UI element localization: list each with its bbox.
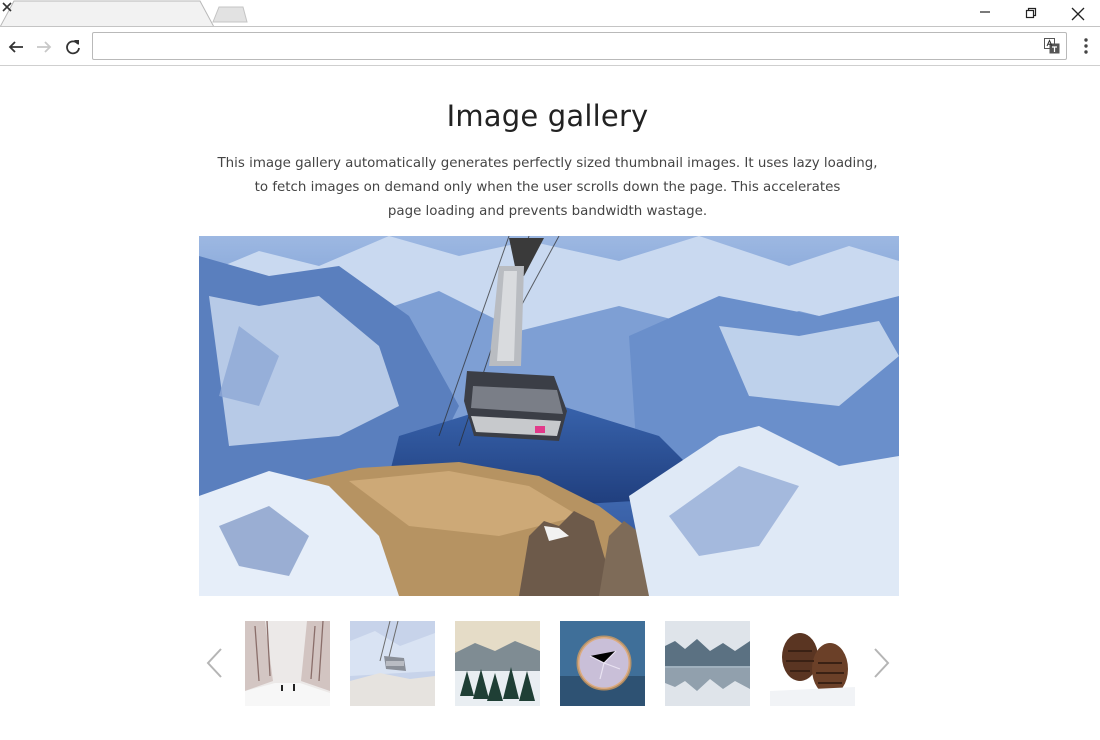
thumbnail[interactable]: [350, 621, 435, 706]
forward-button[interactable]: [32, 35, 56, 59]
reload-button[interactable]: [61, 35, 85, 59]
minimize-icon: [980, 11, 990, 13]
window-close-icon: [1071, 7, 1085, 21]
thumbnail-misty-lake: [665, 621, 750, 706]
chevron-right-icon[interactable]: [870, 647, 892, 679]
thumbnail[interactable]: [665, 621, 750, 706]
thumbnail[interactable]: [455, 621, 540, 706]
tab-close-icon[interactable]: [0, 0, 14, 14]
address-input[interactable]: [101, 37, 1031, 55]
thumbnail-snowy-path: [245, 621, 330, 706]
thumbnail-pine-cones: [770, 621, 855, 706]
thumbnail-cable-car: [350, 621, 435, 706]
restore-button[interactable]: [1008, 0, 1054, 27]
main-gallery-image: [199, 236, 899, 596]
tab-strip: [0, 0, 1100, 27]
browser-toolbar: [0, 27, 1100, 66]
thumbnail-frozen-bubble: [560, 621, 645, 706]
cable-car-photo: [199, 236, 899, 596]
browser-menu-button[interactable]: [1077, 35, 1095, 59]
window-close-button[interactable]: [1054, 0, 1100, 27]
back-arrow-icon: [8, 41, 23, 53]
thumbnail[interactable]: [770, 621, 855, 706]
chevron-left-icon[interactable]: [204, 647, 226, 679]
reload-icon: [66, 40, 80, 55]
description-line: to fetch images on demand only when the …: [254, 180, 841, 195]
restore-icon: [1025, 7, 1037, 19]
minimize-button[interactable]: [962, 0, 1008, 27]
gallery-page: Image gallery This image gallery automat…: [0, 67, 1100, 740]
thumbnail-pine-forest: [455, 621, 540, 706]
page-title: Image gallery: [446, 99, 649, 133]
forward-arrow-icon: [37, 41, 52, 53]
back-button[interactable]: [4, 35, 28, 59]
description-line: page loading and prevents bandwidth wast…: [387, 204, 708, 219]
browser-tab[interactable]: [0, 0, 214, 27]
thumbnail[interactable]: [560, 621, 645, 706]
kebab-menu-icon: [1084, 38, 1088, 54]
tab-shape: [0, 0, 214, 27]
new-tab-icon[interactable]: [210, 4, 250, 24]
gallery-description: This image gallery automatically generat…: [200, 152, 895, 224]
address-bar[interactable]: [92, 32, 1067, 60]
thumbnail-strip: [199, 621, 899, 707]
thumbnail[interactable]: [245, 621, 330, 706]
description-line: This image gallery automatically generat…: [217, 156, 878, 171]
translate-icon[interactable]: [1044, 38, 1060, 54]
